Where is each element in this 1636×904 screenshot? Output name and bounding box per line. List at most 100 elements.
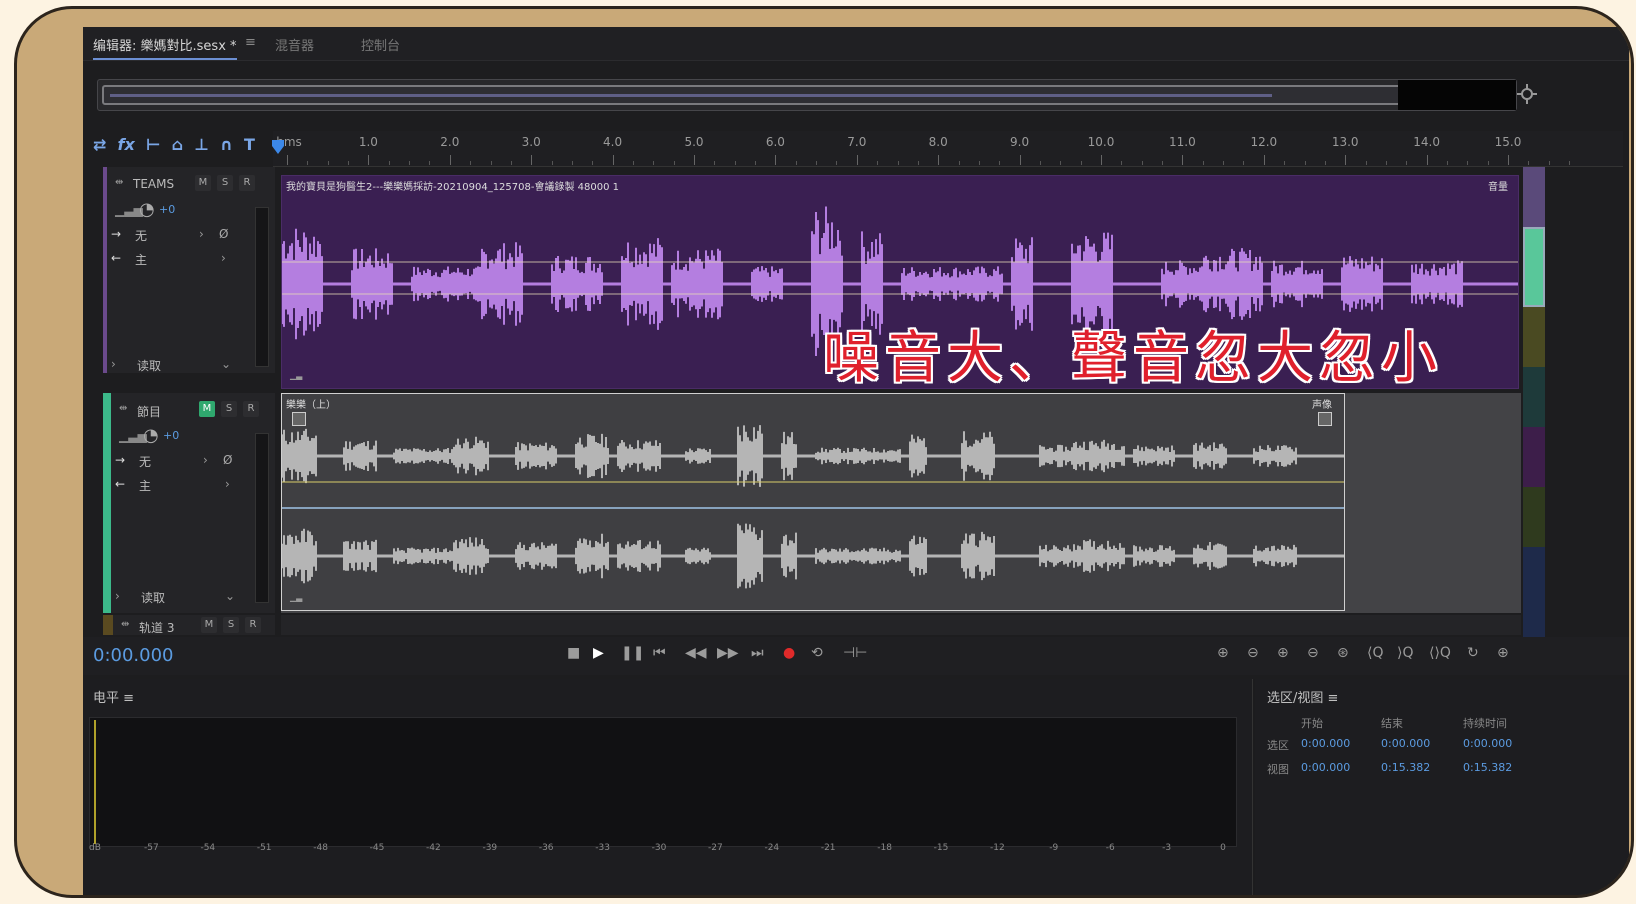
expand-chevron-icon[interactable]: › <box>111 357 116 371</box>
zoom-center-icon[interactable] <box>1515 83 1539 107</box>
zoom-full-icon[interactable]: ↻ <box>1467 645 1479 661</box>
view-start[interactable]: 0:00.000 <box>1301 761 1350 774</box>
track-toolbar: ⇄ fx ⊢ ⌂ ⊥ ∩ T <box>93 135 283 157</box>
mute-button[interactable]: M <box>201 617 217 633</box>
solo-button[interactable]: S <box>221 401 237 417</box>
ruler-minor-tick <box>734 161 736 165</box>
vertical-scrollbar[interactable] <box>1523 167 1545 637</box>
selection-start[interactable]: 0:00.000 <box>1301 737 1350 750</box>
ruler-tick <box>287 155 288 165</box>
phase-invert-icon[interactable]: Ø <box>219 227 228 241</box>
output-select[interactable]: 主 <box>139 477 151 494</box>
rewind-icon[interactable]: ◀◀ <box>685 645 707 661</box>
waveform-icon: ⇹ <box>119 403 128 414</box>
mute-button[interactable]: M <box>199 401 215 417</box>
track-header-3[interactable]: ⇹ 轨道 3 M S R <box>103 615 275 635</box>
skip-end-icon[interactable]: ⏭ <box>751 645 764 661</box>
zoom-selection-icon[interactable]: ⟨⟩Q <box>1429 645 1451 661</box>
track-name[interactable]: TEAMS <box>133 177 174 191</box>
skip-start-icon[interactable]: ⏮ <box>653 645 666 661</box>
zoom-out-point-icon[interactable]: ⟩Q <box>1397 645 1413 661</box>
volume-value[interactable]: +0 <box>163 429 179 442</box>
chevron-right-icon[interactable]: › <box>199 227 204 241</box>
screenshot-frame: 编辑器: 樂媽對比.sesx * ≡ 混音器 控制台 ⇄ fx ⊢ ⌂ ⊥ ∩ … <box>14 6 1634 898</box>
zoom-out-time-icon[interactable]: ⊖ <box>1307 645 1319 661</box>
loop-icon[interactable]: ⟲ <box>811 645 823 661</box>
marker-icon[interactable]: T <box>244 135 255 154</box>
expand-chevron-icon[interactable]: › <box>115 589 120 603</box>
selection-panel-title[interactable]: 选区/视图 ≡ <box>1267 687 1338 706</box>
zoom-in-amplitude-icon[interactable]: ⊕ <box>1217 645 1229 661</box>
track-name[interactable]: 轨道 3 <box>139 619 174 636</box>
automation-mode[interactable]: 读取 <box>141 589 165 606</box>
chevron-right-icon[interactable]: › <box>225 477 230 491</box>
time-ruler[interactable]: hms 1.0 2.0 3.0 4.0 5.0 6.0 7.0 8.0 9.0 10.0 11.0 1… <box>273 131 1623 167</box>
track-header-program[interactable]: ⇹ 節目 M S R ▁▃▅ ◔ +0 → 无 › Ø ← 主 › › 读取 ⌄ <box>103 393 275 613</box>
phase-invert-icon[interactable]: Ø <box>223 453 232 467</box>
ruler-minor-tick <box>1548 161 1550 165</box>
input-icon[interactable]: ⊢ <box>146 135 161 154</box>
ruler-tick <box>1182 155 1184 165</box>
ruler-minor-tick <box>551 161 553 165</box>
view-end[interactable]: 0:15.382 <box>1381 761 1430 774</box>
record-arm-button[interactable]: R <box>239 175 255 191</box>
db-label: -12 <box>990 843 1005 853</box>
db-label: -18 <box>877 843 892 853</box>
record-icon[interactable]: ● <box>783 645 795 661</box>
view-duration[interactable]: 0:15.382 <box>1463 761 1512 774</box>
zoom-center-icon[interactable]: ⊛ <box>1337 645 1349 661</box>
db-label: -45 <box>369 843 385 853</box>
input-select[interactable]: 无 <box>135 227 147 244</box>
track-name[interactable]: 節目 <box>137 403 161 420</box>
navigator-viewport[interactable] <box>102 85 1464 105</box>
solo-button[interactable]: S <box>217 175 233 191</box>
ruler-label: 2.0 <box>440 135 460 149</box>
zoom-in-point-icon[interactable]: ⟨Q <box>1367 645 1383 661</box>
fx-icon[interactable]: fx <box>118 135 135 154</box>
tab-mixer[interactable]: 混音器 <box>275 35 314 54</box>
track-lane-3[interactable] <box>281 615 1521 635</box>
zoom-navigator[interactable] <box>97 79 1517 111</box>
magnet-icon[interactable]: ∩ <box>220 135 233 154</box>
skip-selection-icon[interactable]: ⊣⊢ <box>843 645 867 661</box>
chevron-down-icon[interactable]: ⌄ <box>225 589 235 603</box>
chevron-right-icon[interactable]: › <box>203 453 208 467</box>
chevron-right-icon[interactable]: › <box>221 251 226 265</box>
mute-button[interactable]: M <box>195 175 211 191</box>
automation-mode[interactable]: 读取 <box>137 357 161 374</box>
selection-end[interactable]: 0:00.000 <box>1381 737 1430 750</box>
zoom-tracks-icon[interactable]: ⊕ <box>1497 645 1509 661</box>
volume-value[interactable]: +0 <box>159 203 175 216</box>
output-select[interactable]: 主 <box>135 251 147 268</box>
current-time[interactable]: 0:00.000 <box>93 645 174 666</box>
db-label: -30 <box>651 843 667 853</box>
volume-knob-icon[interactable]: ◔ <box>139 199 155 220</box>
fast-forward-icon[interactable]: ▶▶ <box>717 645 739 661</box>
ruler-minor-tick <box>1243 161 1245 165</box>
playhead-icon[interactable] <box>272 139 284 154</box>
stop-icon[interactable]: ■ <box>567 645 580 661</box>
volume-knob-icon[interactable]: ◔ <box>143 425 159 446</box>
zoom-in-time-icon[interactable]: ⊕ <box>1277 645 1289 661</box>
play-icon[interactable]: ▶ <box>593 645 604 661</box>
record-arm-button[interactable]: R <box>243 401 259 417</box>
pause-icon[interactable]: ❚❚ <box>621 645 644 661</box>
selection-duration[interactable]: 0:00.000 <box>1463 737 1512 750</box>
lock2-icon[interactable]: ⊥ <box>194 135 209 154</box>
lock-icon[interactable]: ⌂ <box>172 135 183 154</box>
tab-menu-icon[interactable]: ≡ <box>245 35 256 50</box>
levels-panel-title[interactable]: 电平 ≡ <box>93 687 134 706</box>
tab-console[interactable]: 控制台 <box>361 35 400 54</box>
ruler-minor-tick <box>816 161 818 165</box>
input-select[interactable]: 无 <box>139 453 151 470</box>
solo-button[interactable]: S <box>223 617 239 633</box>
audio-clip-program[interactable]: 樂樂（上） 声像 ▁▃ <box>281 393 1345 611</box>
tab-editor[interactable]: 编辑器: 樂媽對比.sesx * <box>93 35 237 60</box>
chevron-down-icon[interactable]: ⌄ <box>221 357 231 371</box>
zoom-out-amplitude-icon[interactable]: ⊖ <box>1247 645 1259 661</box>
ruler-label: 8.0 <box>928 135 948 149</box>
track-header-teams[interactable]: ⇹ TEAMS M S R ▁▃▅ ◔ +0 → 无 › Ø ← 主 › › 读… <box>103 167 275 373</box>
record-arm-button[interactable]: R <box>245 617 261 633</box>
ruler-minor-tick <box>1284 161 1286 165</box>
sync-icon[interactable]: ⇄ <box>93 135 106 154</box>
